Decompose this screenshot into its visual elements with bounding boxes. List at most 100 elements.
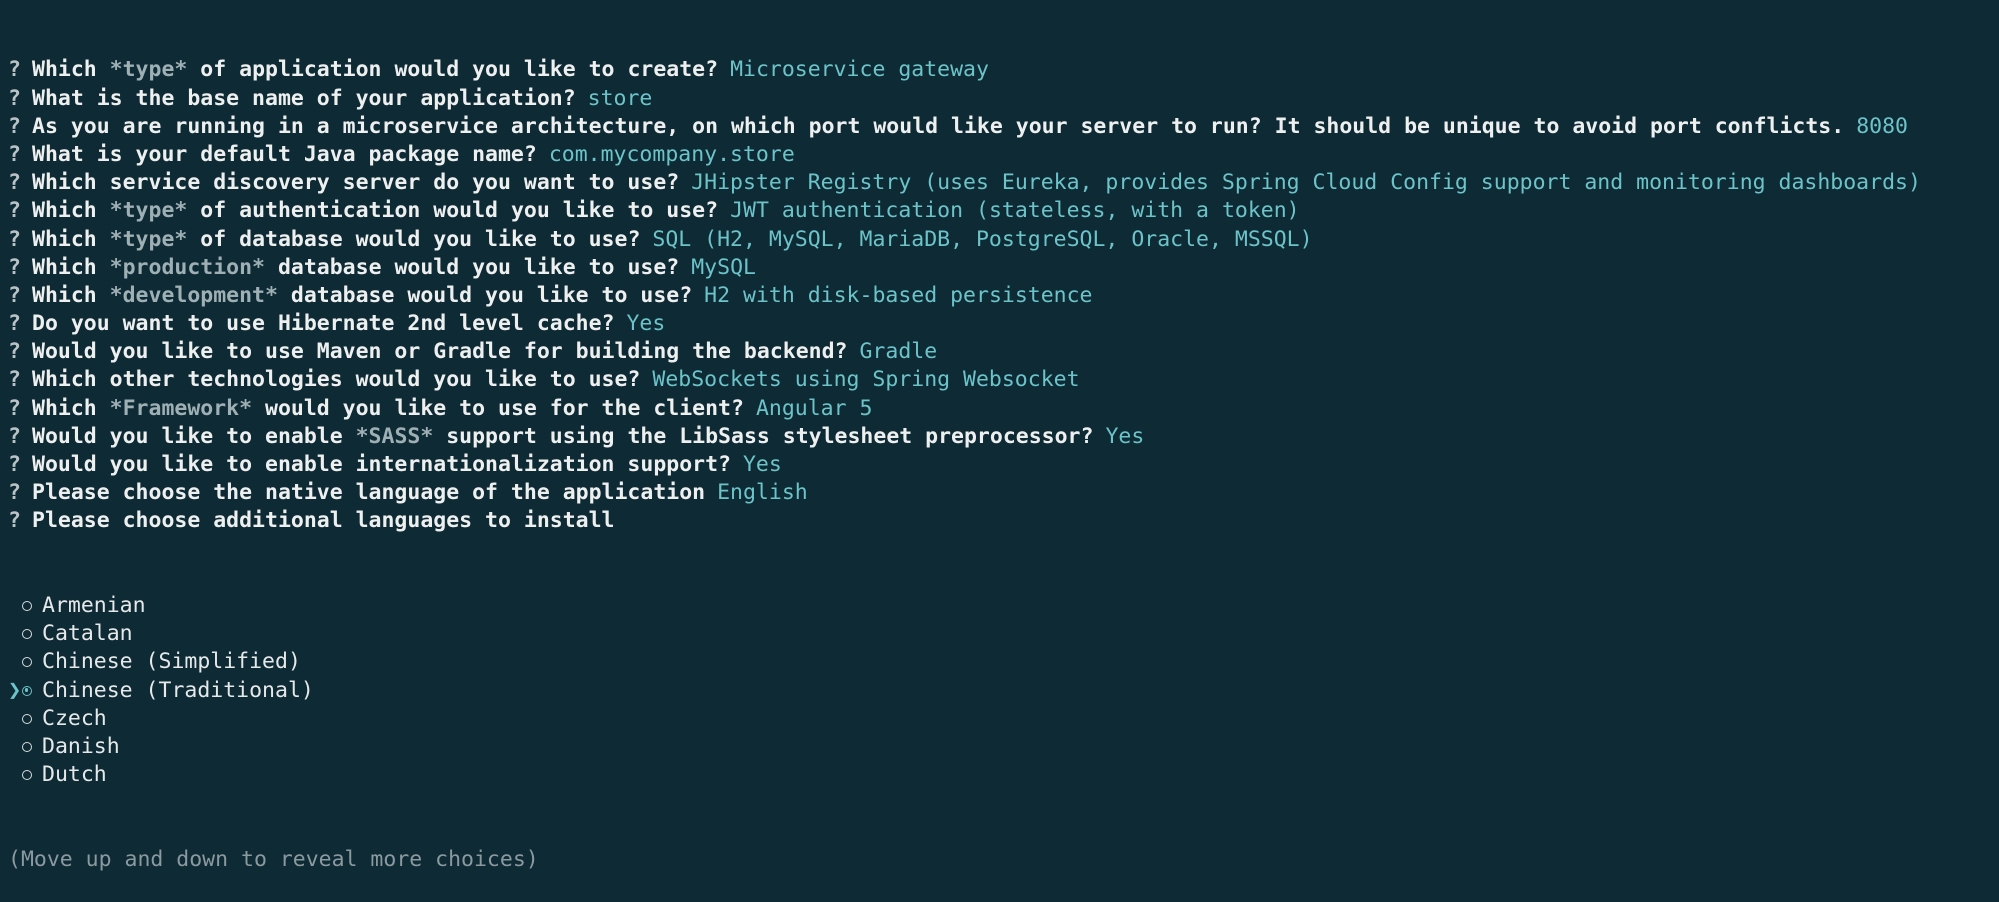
- language-choice[interactable]: Dutch: [8, 761, 1993, 789]
- prompt-question: What is your default Java package name?: [32, 141, 537, 169]
- prompt-line: ? What is the base name of your applicati…: [8, 85, 1993, 113]
- radio-empty-icon[interactable]: [22, 770, 32, 781]
- prompt-line: ? Would you like to use Maven or Gradle f…: [8, 338, 1993, 366]
- prompt-question: Would you like to enable internationaliz…: [32, 451, 731, 479]
- prompt-question: Which service discovery server do you wa…: [32, 169, 679, 197]
- question-mark-icon: ?: [8, 170, 21, 196]
- terminal-window[interactable]: ? Which *type* of application would you l…: [8, 0, 1993, 871]
- prompt-line: ? Which service discovery server do you w…: [8, 169, 1993, 197]
- prompt-question: Do you want to use Hibernate 2nd level c…: [32, 310, 614, 338]
- question-text: of application would you like to create?: [187, 57, 719, 83]
- prompt-answer: Yes: [742, 452, 782, 478]
- question-mark-icon: ?: [8, 452, 21, 478]
- prompt-answer: store: [587, 85, 653, 111]
- prompt-question: Would you like to use Maven or Gradle fo…: [32, 338, 847, 366]
- question-text: Which: [32, 57, 110, 83]
- prompt-line: ? Would you like to enable internationali…: [8, 451, 1993, 479]
- choice-label: Czech: [42, 705, 107, 731]
- question-mark-icon: ?: [8, 226, 21, 252]
- emphasized-term: *development*: [109, 282, 278, 308]
- radio-empty-icon[interactable]: [22, 657, 32, 668]
- radio-empty-icon[interactable]: [22, 713, 32, 724]
- question-mark-icon: ?: [8, 254, 21, 280]
- language-choice[interactable]: Danish: [8, 733, 1993, 761]
- emphasized-term: *Framework*: [109, 395, 253, 421]
- language-choice[interactable]: ❯ Chinese (Traditional): [8, 677, 1993, 705]
- question-mark-icon: ?: [8, 339, 21, 365]
- question-text: of authentication would you like to use?: [187, 198, 719, 224]
- prompt-line: ? Which *production* database would you l…: [8, 254, 1993, 282]
- prompt-line: ? Which *type* of authentication would yo…: [8, 197, 1993, 225]
- emphasized-term: *SASS*: [355, 423, 434, 449]
- question-text: Which: [32, 395, 110, 421]
- choice-label: Dutch: [42, 762, 107, 788]
- question-list: ? Which *type* of application would you l…: [8, 56, 1993, 535]
- prompt-answer: 8080: [1856, 113, 1908, 139]
- question-text: Would you like to use Maven or Gradle fo…: [32, 339, 848, 365]
- prompt-answer: MySQL: [691, 254, 756, 280]
- prompt-line: ? Which *type* of application would you l…: [8, 56, 1993, 84]
- choice-label: Armenian: [42, 593, 146, 618]
- question-text: database would you like to use?: [277, 282, 693, 308]
- prompt-answer: Angular 5: [755, 395, 873, 421]
- question-text: Which service discovery server do you wa…: [32, 170, 680, 196]
- emphasized-term: *type*: [109, 198, 188, 224]
- prompt-question: Please choose the native language of the…: [32, 479, 705, 507]
- prompt-line: ? Which *type* of database would you like…: [8, 226, 1993, 254]
- question-mark-icon: ?: [8, 480, 21, 506]
- prompt-answer: Yes: [1105, 423, 1145, 449]
- question-mark-icon: ?: [8, 367, 21, 393]
- prompt-answer: Gradle: [859, 339, 938, 365]
- prompt-question: Which *type* of database would you like …: [32, 226, 640, 254]
- question-text: database would you like to use?: [265, 254, 680, 280]
- question-text: would you like to use for the client?: [252, 395, 744, 421]
- prompt-question: Which other technologies would you like …: [32, 366, 640, 394]
- question-text: Which: [32, 226, 110, 252]
- prompt-question: What is the base name of your applicatio…: [32, 85, 576, 113]
- prompt-answer: JHipster Registry (uses Eureka, provides…: [691, 170, 1921, 196]
- radio-empty-icon[interactable]: [22, 742, 32, 753]
- question-mark-icon: ?: [8, 423, 21, 449]
- prompt-line: ? Which other technologies would you like…: [8, 366, 1993, 394]
- choice-label: Danish: [42, 733, 120, 759]
- question-text: Which: [32, 282, 110, 308]
- question-text: Please choose the native language of the…: [32, 480, 706, 506]
- emphasized-term: *production*: [109, 254, 266, 280]
- question-text: Do you want to use Hibernate 2nd level c…: [32, 311, 615, 337]
- choice-label: Chinese (Traditional): [42, 677, 314, 703]
- emphasized-term: *type*: [109, 57, 188, 83]
- prompt-question: Which *development* database would you l…: [32, 282, 692, 310]
- prompt-answer: Microservice gateway: [730, 57, 989, 83]
- prompt-question: As you are running in a microservice arc…: [32, 113, 1844, 141]
- prompt-answer: Yes: [626, 311, 666, 337]
- prompt-answer: com.mycompany.store: [548, 141, 795, 167]
- language-choice[interactable]: Chinese (Simplified): [8, 648, 1993, 676]
- prompt-line: ? Please choose additional languages to i…: [8, 507, 1993, 535]
- question-text: of database would you like to use?: [187, 226, 641, 252]
- language-choice[interactable]: Catalan: [8, 620, 1993, 648]
- language-choice-list[interactable]: Armenian Catalan Chinese (Simplified) ❯ Chin…: [8, 592, 1993, 789]
- question-mark-icon: ?: [8, 113, 21, 139]
- language-choice[interactable]: Czech: [8, 705, 1993, 733]
- prompt-question: Which *Framework* would you like to use …: [32, 395, 744, 423]
- language-choice[interactable]: Armenian: [8, 592, 1993, 620]
- prompt-line: ? What is your default Java package name?…: [8, 141, 1993, 169]
- question-mark-icon: ?: [8, 311, 21, 337]
- radio-empty-icon[interactable]: [22, 601, 32, 612]
- prompt-question: Which *type* of application would you li…: [32, 56, 718, 84]
- radio-focused-icon[interactable]: [22, 685, 32, 696]
- prompt-question: Please choose additional languages to in…: [32, 507, 614, 535]
- question-mark-icon: ?: [8, 57, 21, 83]
- radio-empty-icon[interactable]: [22, 629, 32, 640]
- choice-label: Catalan: [42, 621, 133, 647]
- question-mark-icon: ?: [8, 282, 21, 308]
- question-mark-icon: ?: [8, 141, 21, 167]
- prompt-line: ? Which *development* database would you …: [8, 282, 1993, 310]
- question-text: Would you like to enable internationaliz…: [32, 452, 731, 478]
- question-mark-icon: ?: [8, 508, 21, 534]
- prompt-line: ? Do you want to use Hibernate 2nd level …: [8, 310, 1993, 338]
- prompt-question: Which *production* database would you li…: [32, 254, 679, 282]
- question-mark-icon: ?: [8, 395, 21, 421]
- prompt-question: Would you like to enable *SASS* support …: [32, 423, 1093, 451]
- question-text: Would you like to enable: [32, 423, 356, 449]
